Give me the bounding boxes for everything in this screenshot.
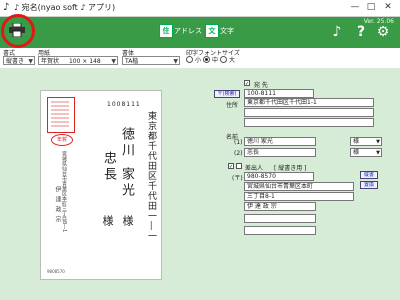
window-title: ♪ 宛名(nyao soft ♪ アプリ) (14, 3, 116, 12)
chevron-down-icon: ▼ (376, 150, 380, 156)
sender-label: 差出人 (245, 165, 264, 172)
radio-small[interactable] (186, 56, 193, 63)
app-icon: ♪ (3, 2, 10, 13)
honorific2-select[interactable]: 様 ▼ (350, 148, 382, 157)
postcard-sender-address: 宮城県仙台市青葉区本町三丁目8―1 (61, 151, 67, 233)
font-select[interactable]: TA楷 ▼ (122, 56, 180, 65)
printer-icon[interactable] (9, 23, 25, 37)
paper-size: 100 × 148 (68, 58, 101, 65)
minimize-button[interactable]: — (348, 1, 362, 14)
honorific1-value: 様 (353, 138, 360, 145)
address-input[interactable]: 東京都千代田区千代田1-1 (244, 98, 374, 107)
address-label: アドレス (174, 27, 202, 35)
sender-option-checkbox[interactable] (236, 163, 242, 169)
sender-name-input[interactable]: 伊 達 政 宗 (244, 202, 316, 211)
sender-address-input[interactable]: 宮城県仙台市青葉区本町 (244, 182, 354, 191)
font-value: TA楷 (125, 58, 139, 65)
size-large-label: 大 (229, 57, 236, 64)
zip-input[interactable]: 100-8111 (244, 89, 314, 98)
sender-note: [ 縦書き用 ] (274, 165, 307, 172)
name1-input[interactable]: 徳川 家光 (244, 137, 316, 146)
address-form: ✓ 宛 先 〒(検索) 100-8111 住所 東京都千代田区千代田1-1 名前… (200, 80, 392, 290)
address2-input[interactable] (244, 108, 374, 117)
chevron-down-icon: ▼ (376, 139, 380, 145)
title-bar: ♪ ♪ 宛名(nyao soft ♪ アプリ) — □ ✕ (0, 0, 400, 17)
stamp-box (47, 97, 75, 133)
recipient-label: 宛 先 (254, 82, 268, 89)
sender-zip-input[interactable]: 980-8570 (244, 172, 314, 181)
sender-checkbox[interactable]: ✓ (228, 163, 234, 170)
name2-num: (2) (234, 150, 243, 157)
address-label: 住所 (226, 102, 239, 109)
size-medium-label: 中 (212, 57, 219, 64)
postcard-address: 東京都千代田区千代田一―一 (146, 111, 156, 241)
paper-select[interactable]: 年賀状 100 × 148 ▼ (38, 56, 118, 65)
postcard-sender-name: 伊達政宗 (54, 186, 61, 226)
maximize-button[interactable]: □ (364, 1, 378, 14)
paper-value: 年賀状 (41, 58, 60, 65)
gear-icon[interactable]: ⚙ (376, 24, 390, 40)
stamp-image (51, 101, 69, 127)
address-button[interactable]: 住 アドレス (159, 23, 202, 39)
sender-name2-input[interactable] (244, 214, 316, 223)
writing-select[interactable]: 縦書き ▼ (3, 56, 35, 65)
close-button[interactable]: ✕ (381, 1, 395, 14)
postcard-zip: 1008111 (107, 101, 141, 108)
vertical-button[interactable]: 縦書 (360, 171, 378, 179)
help-icon[interactable]: ? (354, 24, 368, 40)
postcard-preview: 年賀 1008111 東京都千代田区千代田一―一 徳川 家光 忠長 様 様 宮城… (40, 90, 162, 280)
replace-button[interactable]: 置換 (360, 181, 378, 189)
address3-input[interactable] (244, 118, 374, 127)
postcard-honorific2: 様 (101, 215, 114, 226)
text-label: 文字 (220, 27, 234, 35)
postcard-name3: 忠長 (101, 151, 116, 183)
chevron-down-icon: ▼ (173, 58, 178, 65)
postcard-name2: 家光 (119, 167, 134, 199)
honorific2-value: 様 (353, 149, 360, 156)
postcard-name1: 徳川 (119, 127, 134, 159)
music-note-icon[interactable]: ♪ (330, 24, 344, 40)
sender-address2-input[interactable]: 三丁目8-1 (244, 192, 354, 201)
radio-large[interactable] (220, 56, 228, 63)
recipient-checkbox[interactable]: ✓ (244, 80, 250, 87)
name1-num: (1) (234, 139, 243, 146)
size-small-label: 小 (195, 57, 202, 64)
radio-medium[interactable] (203, 56, 211, 63)
chevron-down-icon: ▼ (111, 58, 116, 65)
sender-zip-label: (〒) (232, 175, 243, 182)
address-book-icon: 住 (159, 24, 173, 38)
zip-search-button[interactable]: 〒(検索) (214, 90, 240, 98)
sender-name3-input[interactable] (244, 226, 316, 235)
print-size-radios: 小 中 大 (186, 55, 235, 64)
chevron-down-icon: ▼ (28, 58, 33, 65)
postcard-sender-zip: 9808570 (47, 269, 65, 274)
text-button[interactable]: 文 文字 (205, 23, 234, 39)
honorific1-select[interactable]: 様 ▼ (350, 137, 382, 146)
name2-input[interactable]: 忠長 (244, 148, 316, 157)
writing-value: 縦書き (6, 58, 25, 65)
postcard-honorific1: 様 (121, 215, 134, 226)
nenga-mark: 年賀 (51, 134, 73, 146)
text-icon: 文 (205, 24, 219, 38)
